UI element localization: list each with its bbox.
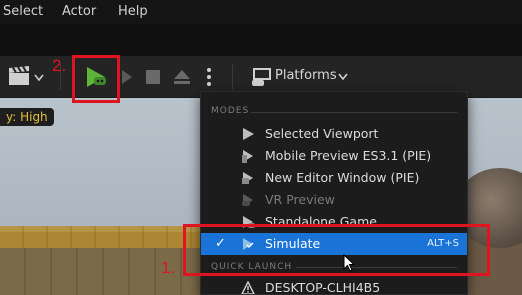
menu-actor[interactable]: Actor — [62, 4, 96, 19]
tab-strip — [0, 24, 522, 56]
menu-select[interactable]: Select — [3, 4, 43, 19]
menu-item-selected-viewport[interactable]: Selected Viewport — [201, 123, 467, 145]
modes-header: MODES — [211, 106, 250, 116]
cinematics-button[interactable] — [8, 65, 46, 88]
chevron-down-icon — [338, 73, 348, 81]
more-options-icon[interactable] — [206, 67, 212, 87]
menu-item-new-editor-window[interactable]: New Editor Window (PIE) — [201, 167, 467, 189]
vr-icon — [242, 194, 253, 206]
play-icon — [243, 128, 254, 140]
section-divider — [251, 112, 457, 113]
mouse-cursor-icon — [343, 254, 355, 272]
annotation-label-2: 2. — [52, 56, 67, 75]
scalability-badge[interactable]: y: High — [0, 108, 54, 126]
annotation-label-1: 1. — [161, 258, 176, 277]
menu-bar: Select Actor Help — [0, 0, 522, 24]
menu-item-vr-preview[interactable]: VR Preview — [201, 189, 467, 211]
play-options-icon[interactable] — [121, 69, 133, 85]
annotation-box-simulate — [183, 224, 490, 276]
annotation-box-play — [72, 55, 120, 103]
toolbar-divider — [232, 64, 233, 90]
menu-item-device[interactable]: DESKTOP-CLHI4B5 — [201, 277, 467, 294]
viewport-wall — [0, 226, 200, 248]
warning-icon — [241, 281, 255, 294]
chevron-down-icon — [34, 74, 44, 82]
eject-icon[interactable] — [173, 69, 191, 85]
platforms-icon — [252, 68, 271, 86]
menu-help[interactable]: Help — [118, 4, 148, 19]
menu-item-mobile-preview[interactable]: Mobile Preview ES3.1 (PIE) — [201, 145, 467, 167]
clapperboard-icon — [9, 65, 29, 85]
platforms-label: Platforms — [275, 68, 337, 83]
platforms-button[interactable]: Platforms — [250, 65, 350, 89]
stop-button[interactable] — [146, 70, 160, 84]
mobile-preview-icon — [242, 150, 253, 163]
editor-window-icon — [242, 172, 253, 184]
